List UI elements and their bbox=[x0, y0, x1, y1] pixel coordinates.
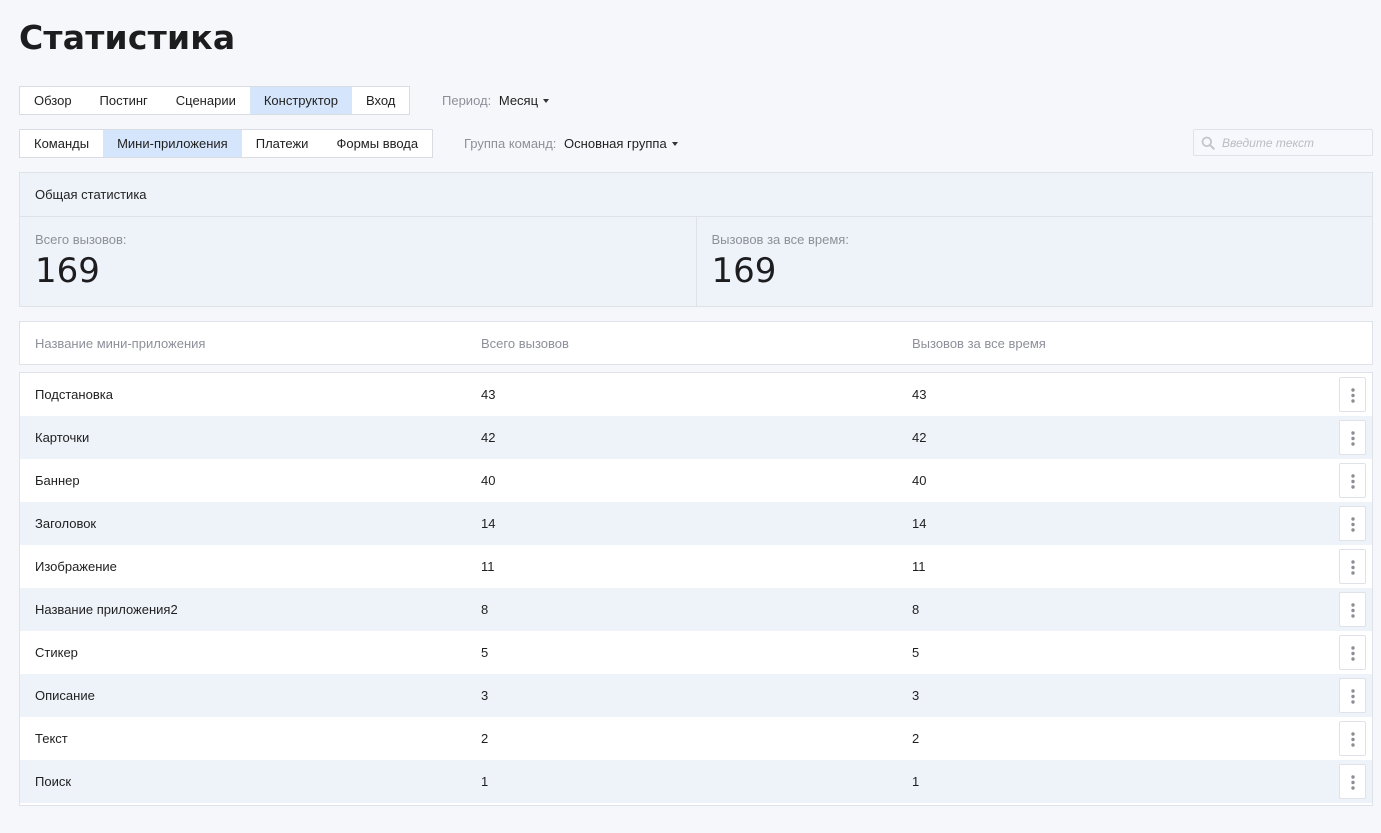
tab-commands[interactable]: Команды bbox=[20, 130, 103, 157]
table-row: Заголовок 14 14 bbox=[20, 502, 1372, 545]
more-vertical-icon bbox=[1351, 474, 1355, 489]
more-vertical-icon bbox=[1351, 388, 1355, 403]
cell-total-calls: 11 bbox=[481, 559, 495, 574]
more-vertical-icon bbox=[1351, 732, 1355, 747]
row-menu-button[interactable] bbox=[1339, 635, 1366, 670]
command-group-label: Группа команд: bbox=[464, 136, 557, 151]
cell-app-name: Описание bbox=[35, 688, 95, 703]
cell-total-calls: 42 bbox=[481, 430, 496, 445]
more-vertical-icon bbox=[1351, 517, 1355, 532]
cell-app-name: Баннер bbox=[35, 473, 80, 488]
constructor-tabs: Команды Мини-приложения Платежи Формы вв… bbox=[19, 129, 434, 158]
more-vertical-icon bbox=[1351, 431, 1355, 446]
row-menu-button[interactable] bbox=[1339, 721, 1366, 756]
cell-alltime-calls: 3 bbox=[912, 688, 920, 703]
stat-total-calls: Всего вызовов: 169 bbox=[20, 217, 696, 306]
cell-alltime-calls: 2 bbox=[912, 731, 920, 746]
table-row: Текст 2 2 bbox=[20, 717, 1372, 760]
cell-alltime-calls: 14 bbox=[912, 516, 927, 531]
row-menu-button[interactable] bbox=[1339, 377, 1366, 412]
stat-alltime-calls: Вызовов за все время: 169 bbox=[695, 217, 1373, 306]
tab-posting[interactable]: Постинг bbox=[86, 87, 162, 114]
cell-alltime-calls: 8 bbox=[912, 602, 920, 617]
row-menu-button[interactable] bbox=[1339, 764, 1366, 799]
table-row: Карточки 42 42 bbox=[20, 416, 1372, 459]
row-menu-button[interactable] bbox=[1339, 506, 1366, 541]
tab-constructor[interactable]: Конструктор bbox=[249, 87, 352, 114]
cell-alltime-calls: 1 bbox=[912, 774, 920, 789]
table-body: Подстановка 43 43 Карточки 42 42 Баннер … bbox=[19, 372, 1373, 806]
summary-title: Общая статистика bbox=[20, 173, 1372, 217]
cell-alltime-calls: 43 bbox=[912, 387, 927, 402]
period-dropdown[interactable]: Месяц bbox=[498, 93, 550, 108]
tab-overview[interactable]: Обзор bbox=[20, 87, 86, 114]
cell-app-name: Карточки bbox=[35, 430, 90, 445]
tab-entry[interactable]: Вход bbox=[352, 87, 409, 114]
cell-app-name: Заголовок bbox=[35, 516, 97, 531]
cell-alltime-calls: 5 bbox=[912, 645, 920, 660]
more-vertical-icon bbox=[1351, 689, 1355, 704]
table-row: Название приложения2 8 8 bbox=[20, 588, 1372, 631]
command-group-dropdown[interactable]: Основная группа bbox=[564, 136, 678, 151]
table-row: Подстановка 43 43 bbox=[20, 373, 1372, 416]
tab-mini-apps[interactable]: Мини-приложения bbox=[103, 130, 242, 157]
stat-total-value: 169 bbox=[35, 251, 100, 291]
caret-down-icon bbox=[543, 99, 550, 103]
column-header-alltime: Вызовов за все время bbox=[912, 336, 1046, 351]
row-menu-button[interactable] bbox=[1339, 420, 1366, 455]
cell-total-calls: 43 bbox=[481, 387, 496, 402]
page-title: Статистика bbox=[19, 18, 236, 57]
more-vertical-icon bbox=[1351, 560, 1355, 575]
section-tabs: Обзор Постинг Сценарии Конструктор Вход bbox=[19, 86, 411, 115]
table-row: Баннер 40 40 bbox=[20, 459, 1372, 502]
cell-total-calls: 14 bbox=[481, 516, 496, 531]
more-vertical-icon bbox=[1351, 603, 1355, 618]
cell-app-name: Стикер bbox=[35, 645, 78, 660]
tab-input-forms[interactable]: Формы ввода bbox=[322, 130, 432, 157]
row-menu-button[interactable] bbox=[1339, 592, 1366, 627]
more-vertical-icon bbox=[1351, 775, 1355, 790]
search-box bbox=[1193, 129, 1373, 156]
tab-payments[interactable]: Платежи bbox=[242, 130, 323, 157]
search-icon bbox=[1201, 136, 1215, 150]
command-group-filter: Группа команд: Основная группа bbox=[464, 136, 678, 152]
table-row: Поиск 1 1 bbox=[20, 760, 1372, 803]
cell-total-calls: 2 bbox=[481, 731, 489, 746]
cell-total-calls: 1 bbox=[481, 774, 489, 789]
cell-app-name: Изображение bbox=[35, 559, 117, 574]
column-header-total: Всего вызовов bbox=[481, 336, 569, 351]
cell-total-calls: 3 bbox=[481, 688, 489, 703]
row-menu-button[interactable] bbox=[1339, 463, 1366, 498]
cell-app-name: Текст bbox=[35, 731, 68, 746]
cell-app-name: Поиск bbox=[35, 774, 72, 789]
summary-card: Общая статистика Всего вызовов: 169 Вызо… bbox=[19, 172, 1373, 307]
cell-alltime-calls: 11 bbox=[912, 559, 926, 574]
cell-total-calls: 40 bbox=[481, 473, 496, 488]
period-value: Месяц bbox=[498, 93, 539, 108]
tab-scenarios[interactable]: Сценарии bbox=[162, 87, 250, 114]
table-row: Описание 3 3 bbox=[20, 674, 1372, 717]
cell-alltime-calls: 40 bbox=[912, 473, 927, 488]
more-vertical-icon bbox=[1351, 646, 1355, 661]
stat-total-label: Всего вызовов: bbox=[35, 232, 127, 247]
period-filter: Период: Месяц bbox=[442, 93, 550, 109]
cell-total-calls: 5 bbox=[481, 645, 489, 660]
table-row: Стикер 5 5 bbox=[20, 631, 1372, 674]
cell-alltime-calls: 42 bbox=[912, 430, 927, 445]
row-menu-button[interactable] bbox=[1339, 549, 1366, 584]
cell-app-name: Название приложения2 bbox=[35, 602, 178, 617]
caret-down-icon bbox=[671, 142, 678, 146]
cell-total-calls: 8 bbox=[481, 602, 489, 617]
stat-alltime-label: Вызовов за все время: bbox=[711, 232, 849, 247]
cell-app-name: Подстановка bbox=[35, 387, 113, 402]
table-row: Изображение 11 11 bbox=[20, 545, 1372, 588]
stat-alltime-value: 169 bbox=[711, 251, 777, 291]
table-header: Название мини-приложения Всего вызовов В… bbox=[19, 321, 1373, 365]
command-group-value: Основная группа bbox=[564, 136, 667, 151]
column-header-name: Название мини-приложения bbox=[35, 336, 206, 351]
row-menu-button[interactable] bbox=[1339, 678, 1366, 713]
period-label: Период: bbox=[442, 93, 492, 108]
search-input[interactable] bbox=[1222, 133, 1368, 153]
